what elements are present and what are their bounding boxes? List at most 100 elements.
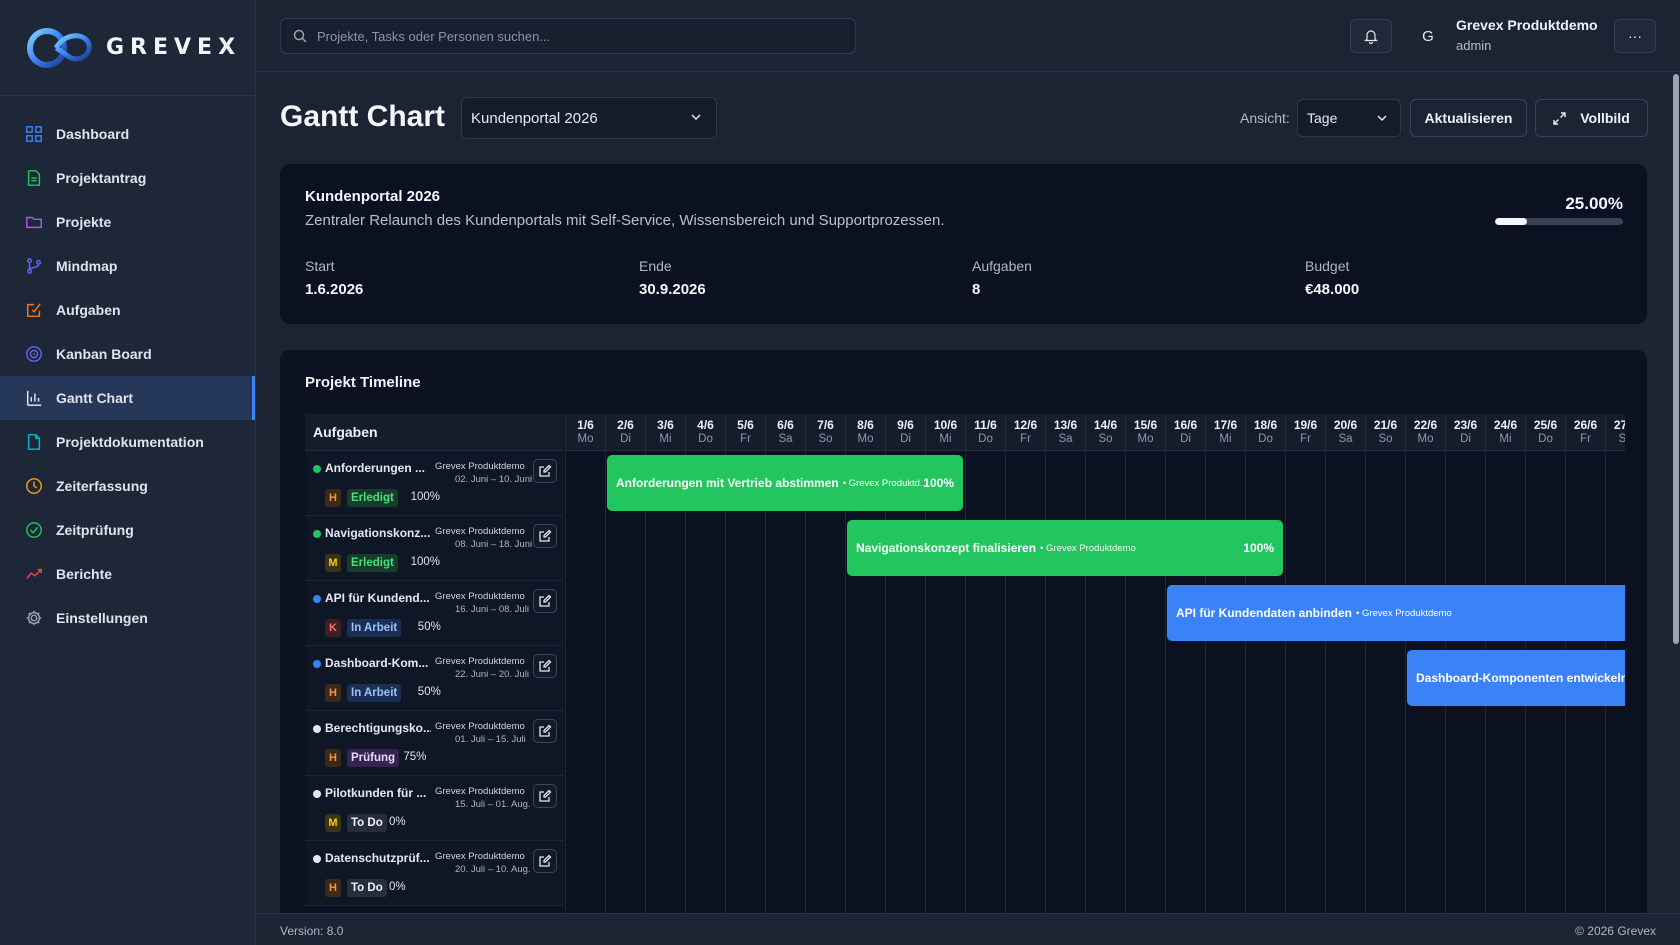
progress-value: 25.00% bbox=[1565, 194, 1623, 213]
edit-icon bbox=[539, 529, 552, 542]
grid-line bbox=[605, 451, 606, 945]
sidebar-item-projekte[interactable]: Projekte bbox=[0, 200, 255, 244]
day-column-header: 20/6 Sa bbox=[1325, 414, 1365, 451]
status-badge: In Arbeit bbox=[347, 684, 402, 702]
day-weekday: Mo bbox=[577, 433, 594, 445]
day-date: 16/6 bbox=[1173, 418, 1198, 432]
notifications-button[interactable] bbox=[1350, 19, 1392, 53]
infinity-logo-icon bbox=[27, 27, 92, 68]
edit-task-button[interactable] bbox=[533, 589, 557, 613]
edit-task-button[interactable] bbox=[533, 524, 557, 548]
edit-icon bbox=[539, 789, 552, 802]
task-name: API für Kundend... bbox=[325, 591, 430, 605]
status-dot bbox=[313, 855, 321, 863]
page-title: Gantt Chart bbox=[280, 100, 445, 133]
gantt-bar-owner: • Grevex Produktdemo bbox=[1040, 542, 1136, 554]
day-column-header: 10/6 Mi bbox=[925, 414, 965, 451]
sidebar-item-label: Berichte bbox=[56, 566, 113, 582]
day-column-header: 1/6 Mo bbox=[565, 414, 605, 451]
gantt-bar[interactable]: Dashboard-Komponenten entwickeln• bbox=[1407, 650, 1625, 706]
day-weekday: Fr bbox=[1020, 433, 1031, 445]
stat-value: 1.6.2026 bbox=[305, 281, 364, 298]
sidebar-item-berichte[interactable]: Berichte bbox=[0, 552, 255, 596]
topbar: G Grevex Produktdemo admin ··· bbox=[256, 0, 1680, 72]
sidebar-item-aufgaben[interactable]: Aufgaben bbox=[0, 288, 255, 332]
stat-end: Ende 30.9.2026 bbox=[639, 258, 706, 298]
task-row[interactable]: Datenschutzprüf... Grevex Produktdemo 20. … bbox=[305, 841, 564, 906]
day-date: 22/6 bbox=[1413, 418, 1438, 432]
day-weekday: Sa bbox=[1618, 433, 1625, 445]
user-role: admin bbox=[1456, 38, 1492, 53]
task-progress: 75% bbox=[403, 751, 427, 763]
gantt-grid[interactable]: 1/6 Mo 2/6 Di 3/6 Mi 4/6 Do 5/6 Fr 6/6 Sa 7/6 So 8/6 Mo… bbox=[565, 414, 1625, 945]
edit-task-button[interactable] bbox=[533, 719, 557, 743]
sidebar-item-kanban-board[interactable]: Kanban Board bbox=[0, 332, 255, 376]
branch-icon bbox=[24, 256, 44, 276]
more-menu-button[interactable]: ··· bbox=[1614, 19, 1656, 53]
view-select[interactable]: Tage bbox=[1297, 99, 1401, 137]
sidebar-item-dashboard[interactable]: Dashboard bbox=[0, 112, 255, 156]
grid-line bbox=[845, 451, 846, 945]
sidebar-item-projektantrag[interactable]: Projektantrag bbox=[0, 156, 255, 200]
task-row[interactable]: Navigationskonz... Grevex Produktdemo 08. … bbox=[305, 516, 564, 581]
sidebar-item-gantt-chart[interactable]: Gantt Chart bbox=[0, 376, 255, 420]
dashboard-icon bbox=[24, 124, 44, 144]
day-weekday: Fr bbox=[740, 433, 751, 445]
day-column-header: 6/6 Sa bbox=[765, 414, 805, 451]
search-input[interactable] bbox=[317, 28, 837, 44]
sidebar-item-mindmap[interactable]: Mindmap bbox=[0, 244, 255, 288]
stat-label: Aufgaben bbox=[972, 258, 1032, 274]
trend-icon bbox=[24, 564, 44, 584]
scroll-thumb[interactable] bbox=[1673, 74, 1679, 644]
fullscreen-label: Vollbild bbox=[1580, 110, 1630, 126]
search-box[interactable] bbox=[280, 18, 856, 54]
page-scrollbar[interactable] bbox=[1672, 72, 1680, 913]
edit-icon bbox=[539, 594, 552, 607]
day-weekday: Mo bbox=[1137, 433, 1154, 445]
day-weekday: Di bbox=[900, 433, 911, 445]
status-badge: Prüfung bbox=[347, 749, 400, 767]
day-date: 12/6 bbox=[1013, 418, 1038, 432]
task-row[interactable]: API für Kundend... Grevex Produktdemo 16. … bbox=[305, 581, 564, 646]
task-row[interactable]: Anforderungen ... Grevex Produktdemo 02. J… bbox=[305, 451, 564, 516]
edit-task-button[interactable] bbox=[533, 654, 557, 678]
status-badge: To Do bbox=[347, 814, 387, 832]
day-date: 20/6 bbox=[1333, 418, 1358, 432]
sidebar-item-zeitprüfung[interactable]: Zeitprüfung bbox=[0, 508, 255, 552]
brand[interactable]: GREVEX bbox=[0, 0, 255, 96]
gantt-bar[interactable]: API für Kundendaten anbinden • Grevex Pro… bbox=[1167, 585, 1625, 641]
day-header: 1/6 Mo 2/6 Di 3/6 Mi 4/6 Do 5/6 Fr 6/6 Sa 7/6 So 8/6 Mo… bbox=[565, 414, 1625, 451]
day-weekday: So bbox=[818, 433, 833, 445]
status-badge: Erledigt bbox=[347, 554, 398, 572]
sidebar-item-einstellungen[interactable]: Einstellungen bbox=[0, 596, 255, 640]
day-date: 26/6 bbox=[1573, 418, 1598, 432]
edit-task-button[interactable] bbox=[533, 459, 557, 483]
fullscreen-button[interactable]: Vollbild bbox=[1535, 99, 1648, 137]
task-row[interactable]: Pilotkunden für ... Grevex Produktdemo 15.… bbox=[305, 776, 564, 841]
task-progress: 50% bbox=[417, 621, 441, 633]
day-date: 27/6 bbox=[1613, 418, 1625, 432]
task-row[interactable]: Berechtigungsko... Grevex Produktdemo 01. … bbox=[305, 711, 564, 776]
edit-task-button[interactable] bbox=[533, 784, 557, 808]
gantt-bar[interactable]: Navigationskonzept finalisieren • Grevex … bbox=[847, 520, 1283, 576]
priority-badge: H bbox=[325, 684, 341, 702]
sidebar-item-projektdokumentation[interactable]: Projektdokumentation bbox=[0, 420, 255, 464]
day-column-header: 27/6Sa bbox=[1605, 414, 1625, 451]
sidebar-item-zeiterfassung[interactable]: Zeiterfassung bbox=[0, 464, 255, 508]
project-name: Kundenportal 2026 bbox=[305, 188, 441, 205]
gantt-bar-label: API für Kundendaten anbinden bbox=[1176, 606, 1352, 620]
project-select[interactable]: Kundenportal 2026 bbox=[461, 97, 717, 139]
task-dates: 16. Juni – 08. Juli bbox=[455, 604, 529, 615]
view-select-value: Tage bbox=[1307, 110, 1338, 126]
day-weekday: Do bbox=[1538, 433, 1553, 445]
edit-task-button[interactable] bbox=[533, 849, 557, 873]
day-date: 4/6 bbox=[697, 418, 714, 432]
task-row[interactable]: Dashboard-Kom... Grevex Produktdemo 22. Ju… bbox=[305, 646, 564, 711]
day-date: 1/6 bbox=[577, 418, 594, 432]
avatar[interactable]: G bbox=[1416, 24, 1440, 48]
refresh-button[interactable]: Aktualisieren bbox=[1410, 99, 1527, 137]
status-dot bbox=[313, 595, 321, 603]
gantt-bar[interactable]: Anforderungen mit Vertrieb abstimmen • Gr… bbox=[607, 455, 963, 511]
expand-icon bbox=[1553, 111, 1566, 125]
timeline-title: Projekt Timeline bbox=[305, 374, 421, 391]
